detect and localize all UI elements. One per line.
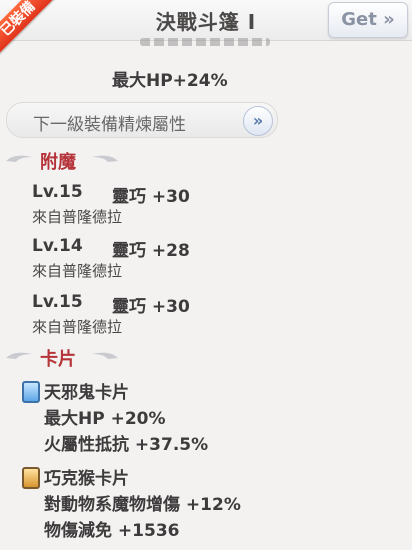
wing-left-icon [6,155,32,162]
enchant-source: 來自普隆德拉 [32,318,123,336]
card-orange-icon [22,467,40,489]
item-header: 已裝備 決戰斗篷 I Get » [0,0,412,61]
next-refine-label: 下一級裝備精煉屬性 [33,115,186,135]
card-name: 天邪鬼卡片 [44,383,129,403]
enchant-attr: 靈巧 +30 [112,187,190,207]
enchant-attr: 靈巧 +30 [112,297,190,317]
chevron-right-icon[interactable]: » [243,106,273,136]
card-stat: 火屬性抵抗 +37.5% [44,435,209,455]
card-stat: 對動物系魔物增傷 +12% [44,495,241,515]
wing-right-icon [92,155,118,162]
stat-max-hp: 最大HP+24% [112,71,228,91]
card-name: 巧克猴卡片 [44,469,129,489]
enchant-source: 來自普隆德拉 [32,262,123,280]
card-stat: 物傷減免 +1536 [44,521,180,541]
card-stat: 最大HP +20% [44,409,166,429]
clipped-stat-line [140,38,270,46]
next-refine-bar[interactable]: 下一級裝備精煉屬性 » [6,102,278,138]
enchant-attr: 靈巧 +28 [112,241,190,261]
card-blue-icon [22,381,40,403]
enchant-title: 附魔 [40,152,76,173]
get-button[interactable]: Get » [328,2,408,38]
enchant-source: 來自普隆德拉 [32,208,123,226]
wing-left-icon [6,352,32,359]
cards-title: 卡片 [40,349,76,370]
wing-right-icon [92,352,118,359]
enchant-level: Lv.14 [32,236,83,256]
enchant-level: Lv.15 [32,182,83,202]
enchant-level: Lv.15 [32,292,83,312]
